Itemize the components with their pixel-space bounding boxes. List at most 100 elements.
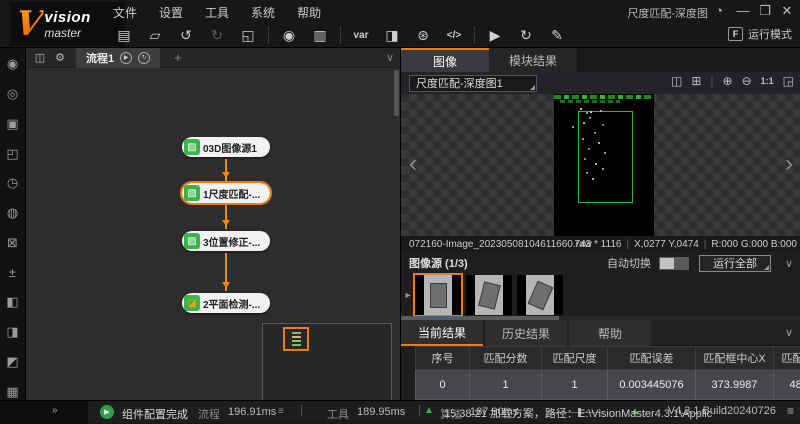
grid-view-icon[interactable]: ⊞ — [691, 74, 701, 88]
run-all-button[interactable]: 运行全部 — [699, 255, 771, 272]
tab-history-result[interactable]: 历史结果 — [485, 320, 567, 346]
communication-icon[interactable]: ⊛ — [412, 25, 434, 45]
tab-help[interactable]: 帮助 — [569, 320, 651, 346]
window-config-icon[interactable]: ◨ — [4, 324, 22, 341]
timing-icon[interactable]: ◷ — [4, 175, 22, 192]
thumbnail-2[interactable] — [466, 275, 512, 315]
window-icon[interactable]: ◱ — [237, 25, 259, 45]
camera-config-icon[interactable]: ◩ — [4, 354, 22, 371]
plane-detect-node-icon: ◪ — [184, 295, 200, 311]
node-plane-detect[interactable]: ◪ 2平面检测-... — [182, 293, 270, 313]
position-icon[interactable]: ◎ — [4, 86, 22, 103]
camera-source-icon[interactable]: ◉ — [4, 56, 22, 73]
toggle-knob — [660, 258, 674, 269]
run-mode-icon: F — [728, 27, 743, 41]
zoom-in-icon[interactable]: ⊕ — [723, 74, 733, 88]
run-all-label: 运行全部 — [713, 255, 757, 271]
undo-icon[interactable]: ↺ — [175, 25, 197, 45]
right-panel: 图像 模块结果 尺度匹配-深度图1 ◫ ⊞ | ⊕ ⊖ 1:1 ◲ ‹ › 07… — [400, 48, 800, 400]
script-icon[interactable]: </> — [443, 25, 465, 45]
zoom-out-icon[interactable]: ⊖ — [742, 74, 752, 88]
table-row[interactable]: 0 1 1 0.003445076 373.9987 484.4973 657.… — [415, 370, 800, 400]
flow-run-loop-icon[interactable]: ↻ — [138, 52, 150, 64]
flow-run-icon[interactable]: ▶ — [120, 52, 132, 64]
log-status-icon: ▲ — [630, 406, 640, 417]
tab-current-result[interactable]: 当前结果 — [401, 320, 483, 346]
chevron-down-icon[interactable]: ∨ — [785, 257, 793, 270]
close-button[interactable]: ✕ — [778, 3, 796, 19]
gauge-icon[interactable]: ◔ — [710, 3, 728, 18]
logo-line1: vision — [44, 9, 90, 26]
pixel-rgb-value: R:000 G:000 B:000 — [711, 239, 797, 250]
run-mode-button[interactable]: F 运行模式 — [728, 26, 792, 42]
speed-slider[interactable] — [548, 412, 600, 413]
canvas-vertical-scrollbar[interactable] — [394, 70, 399, 116]
slider-handle[interactable] — [578, 408, 581, 417]
color-icon[interactable]: ◍ — [4, 205, 22, 222]
run-icon[interactable]: ▶ — [484, 25, 506, 45]
logo-v-icon: V — [13, 4, 45, 44]
calibration-icon[interactable]: ⊠ — [4, 235, 22, 252]
col-match-scale: 匹配尺度 — [541, 346, 607, 370]
minimap-viewport[interactable] — [283, 327, 309, 351]
cursor-position: X,0277 Y,0474 — [634, 239, 699, 250]
tab-flow1[interactable]: 流程1 ▶ ↻ — [76, 48, 160, 68]
node-position-fix[interactable]: ▨ 3位置修正-... — [182, 231, 270, 251]
io-device-icon[interactable]: ◨ — [381, 25, 403, 45]
wrench-icon[interactable]: ⚙ — [50, 51, 70, 64]
chevron-down-icon[interactable]: ∨ — [785, 326, 793, 339]
tab-image[interactable]: 图像 — [401, 48, 489, 72]
open-icon[interactable]: ▱ — [144, 25, 166, 45]
save-icon[interactable]: ▤ — [113, 25, 135, 45]
modules-icon[interactable]: ▥ — [309, 25, 331, 45]
menu-settings[interactable]: 设置 — [159, 4, 183, 21]
depth-image — [554, 94, 654, 236]
node-scale-match[interactable]: ▧ 1尺度匹配-... — [182, 183, 270, 203]
time-detail-icon[interactable]: ≡ — [278, 406, 284, 417]
one-to-one-icon[interactable]: 1:1 — [761, 76, 774, 86]
node-3d-image-source[interactable]: ▨ 03D图像源1 — [182, 137, 270, 157]
thumbnail-1[interactable] — [415, 275, 461, 315]
run-loop-icon[interactable]: ↻ — [515, 25, 537, 45]
fit-view-icon[interactable]: ◲ — [783, 74, 794, 88]
camera-icon[interactable]: ◉ — [278, 25, 300, 45]
cell-index: 0 — [415, 370, 469, 400]
add-flow-button[interactable]: + — [174, 50, 182, 65]
image-source-node-icon: ▨ — [184, 139, 200, 155]
tab-module-result[interactable]: 模块结果 — [489, 48, 577, 72]
menu-help[interactable]: 帮助 — [297, 4, 321, 21]
menu-file[interactable]: 文件 — [113, 4, 137, 21]
prev-image-chevron[interactable]: ‹ — [409, 152, 417, 176]
calculator-icon[interactable]: ± — [4, 264, 22, 281]
chevron-down-icon[interactable]: ∨ — [386, 51, 394, 64]
result-table: 序号 匹配分数 匹配尺度 匹配误差 匹配框中心X 匹配框中心Y 匹配框宽度 0 … — [415, 346, 800, 400]
run-mode-label: 运行模式 — [748, 26, 792, 42]
next-image-chevron[interactable]: › — [785, 152, 793, 176]
thumbnail-3[interactable] — [517, 275, 563, 315]
col-match-center-y: 匹配框中心Y — [773, 346, 800, 370]
hierarchy-icon[interactable]: ◫ — [30, 51, 50, 64]
keyboard-icon[interactable]: ▦ — [4, 383, 22, 400]
thumb-prev-icon[interactable]: ▸ — [401, 290, 415, 301]
menubar: 文件 设置 工具 系统 帮助 — [113, 4, 321, 21]
restore-button[interactable]: ❐ — [756, 3, 774, 19]
expand-icon[interactable]: » — [52, 405, 58, 416]
flow-toolbar: ◫ ⚙ 流程1 ▶ ↻ + ∨ — [26, 48, 400, 68]
measure-icon[interactable]: ▣ — [4, 116, 22, 133]
menu-tools[interactable]: 工具 — [205, 4, 229, 21]
algo-time-value: 187.80ms — [470, 406, 518, 418]
col-match-center-x: 匹配框中心X — [695, 346, 773, 370]
variable-icon[interactable]: var — [350, 25, 372, 45]
minimap[interactable]: ↘ — [262, 323, 392, 400]
auto-switch-toggle[interactable] — [659, 257, 689, 270]
minimize-button[interactable]: — — [734, 3, 752, 18]
status-message: 组件配置完成 — [122, 406, 188, 422]
locate-icon[interactable]: ◰ — [4, 145, 22, 162]
image-source-dropdown[interactable]: 尺度匹配-深度图1 — [409, 75, 537, 92]
split-view-icon[interactable]: ◫ — [671, 74, 682, 88]
image-config-icon[interactable]: ◧ — [4, 294, 22, 311]
edit-scheme-icon[interactable]: ✎ — [546, 25, 568, 45]
image-viewport[interactable]: ‹ › — [401, 94, 800, 236]
flow-canvas[interactable]: ▨ 03D图像源1 ▧ 1尺度匹配-... ▨ 3位置修正-... ◪ 2平面检… — [26, 68, 400, 400]
menu-system[interactable]: 系统 — [251, 4, 275, 21]
